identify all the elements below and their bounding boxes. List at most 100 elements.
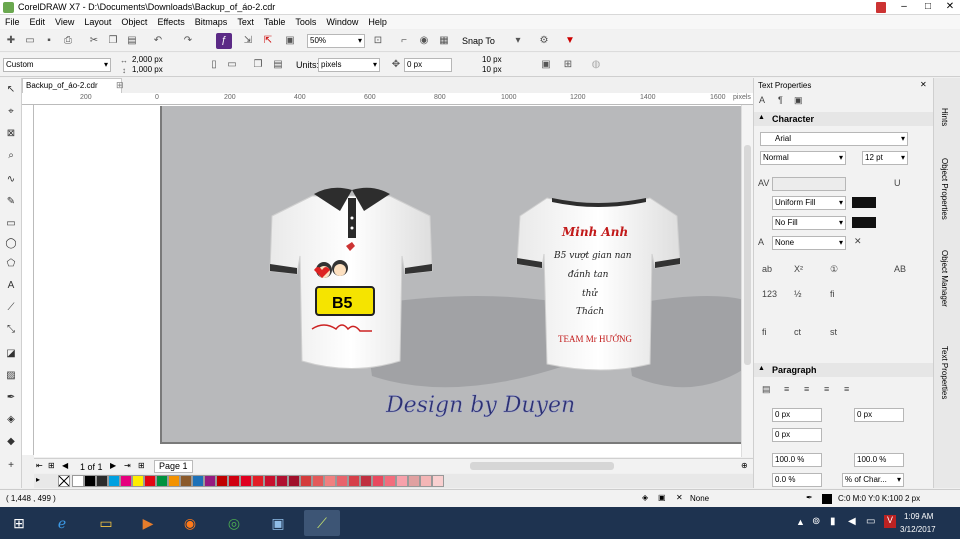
parallel-dimension-icon[interactable]: ⟋: [3, 300, 19, 316]
vertical-scrollbar[interactable]: [741, 105, 753, 457]
prev-page-icon[interactable]: ◀: [62, 461, 68, 470]
coreldraw-task-icon[interactable]: ⟋: [304, 510, 340, 536]
align-center-icon[interactable]: ≡: [804, 384, 809, 394]
chrome-icon[interactable]: ◎: [216, 510, 252, 536]
firefox-icon[interactable]: ◉: [172, 510, 208, 536]
minimize-button[interactable]: –: [892, 0, 916, 15]
first-line-indent-field[interactable]: 0 px: [854, 408, 904, 422]
grid-icon[interactable]: ▦: [436, 33, 452, 49]
antivirus-icon[interactable]: V: [884, 515, 896, 528]
eyedropper-tool-icon[interactable]: ✒: [3, 390, 19, 406]
font-size-field[interactable]: 12 pt: [862, 151, 908, 165]
palette-scroll-left-icon[interactable]: ▸: [36, 475, 40, 484]
superscript-icon[interactable]: X²: [794, 264, 803, 274]
menu-object[interactable]: Object: [116, 15, 152, 29]
undo-icon[interactable]: ↶: [150, 33, 166, 49]
transparency-tool-icon[interactable]: ▨: [3, 368, 19, 384]
palette-swatch[interactable]: [396, 475, 408, 487]
add-page-after-icon[interactable]: ⊞: [138, 461, 145, 470]
numerals-icon[interactable]: 123: [762, 289, 777, 299]
palette-swatch[interactable]: [108, 475, 120, 487]
palette-swatch[interactable]: [240, 475, 252, 487]
menu-tools[interactable]: Tools: [290, 15, 321, 29]
palette-swatch[interactable]: [216, 475, 228, 487]
file-explorer-icon[interactable]: ▭: [88, 510, 124, 536]
snap-options-icon[interactable]: ▾: [510, 33, 526, 49]
drawing-page[interactable]: B5 Minh Anh B5 vượt gian nan đánh tan th…: [160, 106, 762, 444]
crop-tool-icon[interactable]: ⊠: [3, 126, 19, 142]
publish-pdf-icon[interactable]: ▣: [282, 33, 298, 49]
document-tab[interactable]: Backup_of_áo-2.cdr: [22, 78, 122, 93]
menu-layout[interactable]: Layout: [79, 15, 116, 29]
line-spacing-field[interactable]: 100.0 %: [772, 453, 822, 467]
new-tab-icon[interactable]: ⊞: [116, 80, 124, 91]
copy-icon[interactable]: ❐: [105, 33, 121, 49]
open-icon[interactable]: ▭: [22, 33, 38, 49]
char-spacing-field[interactable]: 100.0 %: [854, 453, 904, 467]
zoom-tool-icon[interactable]: ⌕: [3, 148, 19, 164]
text-tool-icon[interactable]: A: [3, 278, 19, 294]
font-dropdown[interactable]: Arial: [760, 132, 908, 146]
all-caps-icon[interactable]: AB: [894, 264, 906, 274]
menu-window[interactable]: Window: [321, 15, 363, 29]
paragraph-tab-icon[interactable]: ¶: [778, 95, 783, 105]
palette-swatch[interactable]: [132, 475, 144, 487]
menu-file[interactable]: File: [0, 15, 25, 29]
palette-swatch[interactable]: [144, 475, 156, 487]
page-frame-icon[interactable]: ▣: [538, 57, 554, 73]
freehand-tool-icon[interactable]: ∿: [3, 172, 19, 188]
docker-close-icon[interactable]: ✕: [920, 80, 927, 89]
print-icon[interactable]: ⎙: [60, 33, 76, 49]
add-page-before-icon[interactable]: ⊞: [48, 461, 55, 470]
start-button[interactable]: ⊞: [4, 510, 34, 536]
palette-swatch[interactable]: [180, 475, 192, 487]
menu-view[interactable]: View: [50, 15, 79, 29]
hints-tab[interactable]: Hints: [940, 108, 949, 126]
align-right-icon[interactable]: ≡: [824, 384, 829, 394]
palette-swatch[interactable]: [420, 475, 432, 487]
import-icon[interactable]: ⇲: [240, 33, 256, 49]
nudge-distance-field[interactable]: 0 px: [404, 58, 452, 72]
align-left-icon[interactable]: ≡: [784, 384, 789, 394]
snap-to-dropdown[interactable]: Snap To: [462, 36, 495, 46]
palette-swatch[interactable]: [204, 475, 216, 487]
palette-swatch[interactable]: [192, 475, 204, 487]
menu-text[interactable]: Text: [232, 15, 259, 29]
outline-dropdown[interactable]: None: [772, 236, 846, 250]
palette-swatch[interactable]: [288, 475, 300, 487]
palette-swatch[interactable]: [72, 475, 84, 487]
rectangle-tool-icon[interactable]: ▭: [3, 216, 19, 232]
before-spacing-field[interactable]: 0.0 %: [772, 473, 822, 487]
underline-icon[interactable]: U: [894, 178, 901, 188]
portrait-icon[interactable]: ▯: [206, 57, 222, 73]
show-page-icon[interactable]: ◉: [416, 33, 432, 49]
last-page-icon[interactable]: ⇥: [124, 461, 131, 470]
kerning-field[interactable]: [772, 177, 846, 191]
menu-edit[interactable]: Edit: [25, 15, 51, 29]
navigator-icon[interactable]: ⊕: [741, 461, 748, 470]
no-color-swatch[interactable]: [58, 475, 70, 487]
font-style-dropdown[interactable]: Normal: [760, 151, 846, 165]
palette-swatch[interactable]: [372, 475, 384, 487]
add-tool-icon[interactable]: +: [3, 458, 19, 474]
next-page-icon[interactable]: ▶: [110, 461, 116, 470]
application-launcher-icon[interactable]: ▼: [562, 33, 578, 49]
palette-swatch[interactable]: [312, 475, 324, 487]
corel-connect-icon[interactable]: ƒ: [216, 33, 232, 49]
current-page-icon[interactable]: ▤: [270, 57, 286, 73]
interactive-fill-icon[interactable]: ◈: [3, 412, 19, 428]
landscape-icon[interactable]: ▭: [224, 57, 240, 73]
bleed-icon[interactable]: ⊞: [560, 57, 576, 73]
palette-swatch[interactable]: [96, 475, 108, 487]
fill-type-dropdown[interactable]: Uniform Fill: [772, 196, 846, 210]
new-icon[interactable]: ✚: [3, 33, 19, 49]
text-properties-tab[interactable]: Text Properties: [940, 346, 949, 399]
frame-tab-icon[interactable]: ▣: [794, 95, 803, 106]
character-section-header[interactable]: ▲ Character: [754, 112, 934, 126]
cut-icon[interactable]: ✂: [86, 33, 102, 49]
palette-swatch[interactable]: [300, 475, 312, 487]
network-icon[interactable]: ▮: [830, 516, 836, 527]
rulers-icon[interactable]: ⌐: [396, 33, 412, 49]
swash-icon[interactable]: fi: [762, 327, 767, 337]
palette-swatch[interactable]: [348, 475, 360, 487]
